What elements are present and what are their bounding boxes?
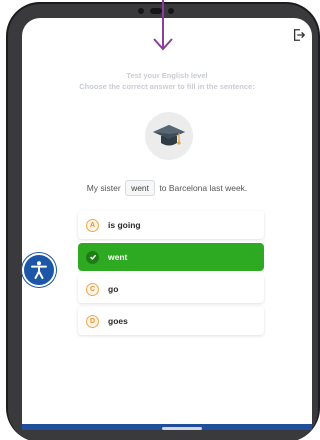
down-arrow-icon	[153, 0, 173, 51]
heading-instructions: Choose the correct answer to fill in the…	[79, 82, 255, 91]
sentence-start: My sister	[86, 183, 121, 193]
option-b-selected[interactable]: went	[78, 243, 264, 271]
option-label: is going	[108, 220, 141, 230]
option-c[interactable]: C go	[78, 275, 264, 303]
option-label: go	[108, 284, 119, 294]
option-a[interactable]: A is going	[78, 211, 264, 239]
tablet-frame: Test your English level Choose the corre…	[6, 2, 320, 440]
option-label: went	[108, 252, 128, 262]
bottom-bar	[22, 424, 312, 430]
accessibility-button[interactable]	[22, 253, 56, 287]
option-label: goes	[108, 316, 128, 326]
accessibility-icon	[31, 261, 47, 279]
option-letter-badge: A	[86, 218, 99, 232]
app-screen: Test your English level Choose the corre…	[22, 18, 312, 430]
quiz-heading: Test your English level Choose the corre…	[22, 70, 312, 92]
camera-dot	[138, 8, 144, 14]
graduation-cap-icon	[145, 112, 193, 160]
option-d[interactable]: D goes	[78, 307, 264, 335]
home-indicator	[162, 427, 202, 430]
answer-options: A is going went C go D goes	[78, 211, 264, 339]
checkmark-icon	[86, 250, 99, 264]
answer-blank: went	[125, 180, 156, 196]
logout-icon[interactable]	[292, 28, 306, 42]
heading-title: Test your English level	[126, 71, 208, 80]
question-sentence: My sister went to Barcelona last week.	[22, 180, 312, 196]
option-letter-badge: C	[86, 282, 99, 296]
option-letter-badge: D	[86, 314, 99, 328]
sentence-end: to Barcelona last week.	[159, 183, 248, 193]
